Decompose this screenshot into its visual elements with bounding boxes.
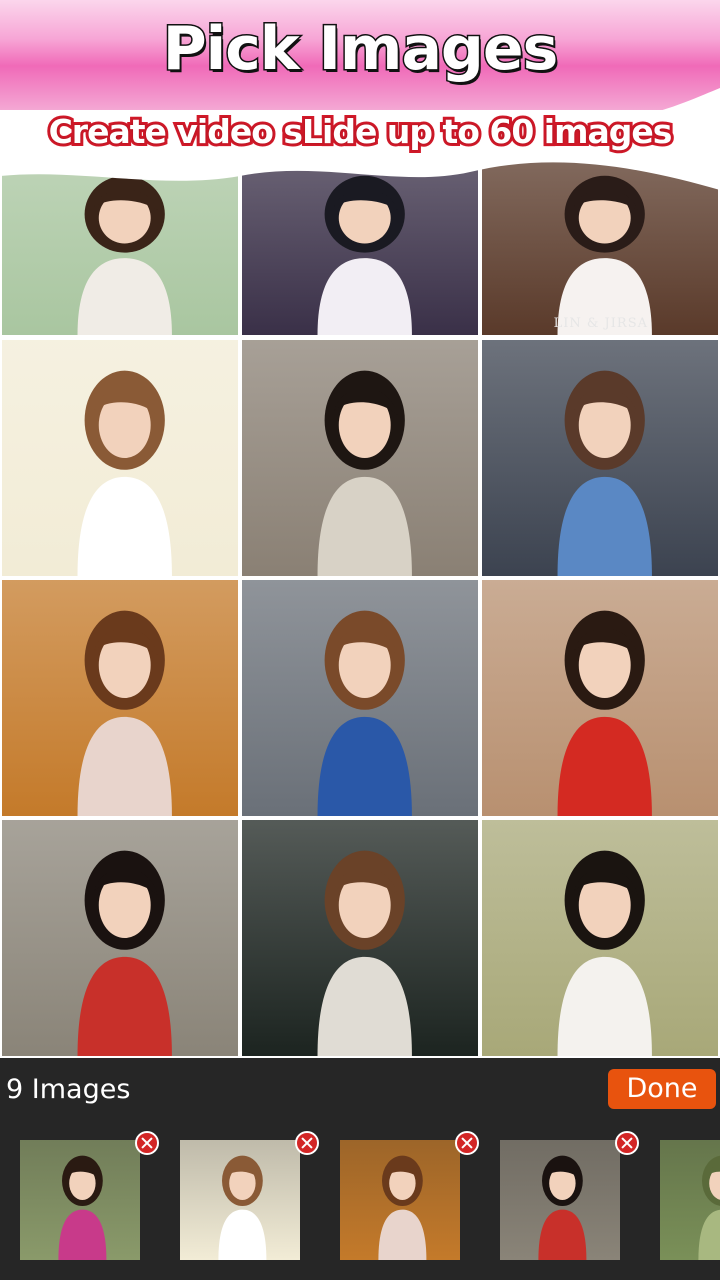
thumbnail-image [20,1140,140,1260]
selected-girl-white-dress[interactable] [180,1131,319,1260]
photo-girl-field[interactable] [482,820,718,1056]
selected-girl-red-qipao[interactable] [500,1131,639,1260]
photo-girl-white-dress[interactable] [2,340,238,576]
selected-thumbnails[interactable] [0,1128,720,1280]
image-grid: LIN & JIRSA [0,152,720,1057]
selection-tray: 9 Images Done [0,1058,720,1280]
thumbnail-image [660,1140,720,1260]
photo-watermark: LIN & JIRSA [553,316,648,331]
header: Pick Images Create video sLide up to 60 … [0,0,720,190]
photo-girl-red-scarf[interactable] [242,820,478,1056]
done-button[interactable]: Done [608,1069,716,1109]
thumbnail-image [180,1140,300,1260]
selected-girl-pink-dress[interactable] [20,1131,159,1260]
remove-icon[interactable] [455,1131,479,1155]
selected-count: 9 Images [6,1074,131,1105]
remove-icon[interactable] [615,1131,639,1155]
remove-icon[interactable] [295,1131,319,1155]
selected-girl-sitting-autumn[interactable] [340,1131,479,1260]
page-subtitle: Create video sLide up to 60 images [46,109,676,154]
photo-girl-denim-shirt[interactable] [242,580,478,816]
photo-girl-blue-coat[interactable] [482,340,718,576]
selected-field-grass[interactable] [660,1140,720,1260]
photo-girl-sitting-autumn[interactable] [2,580,238,816]
remove-icon[interactable] [135,1131,159,1155]
page-title: Pick Images [161,13,560,86]
thumbnail-image [340,1140,460,1260]
photo-girl-red-qipao[interactable] [2,820,238,1056]
photo-girl-red-polka[interactable] [482,580,718,816]
thumbnail-image [500,1140,620,1260]
photo-girl-earmuffs[interactable] [242,340,478,576]
